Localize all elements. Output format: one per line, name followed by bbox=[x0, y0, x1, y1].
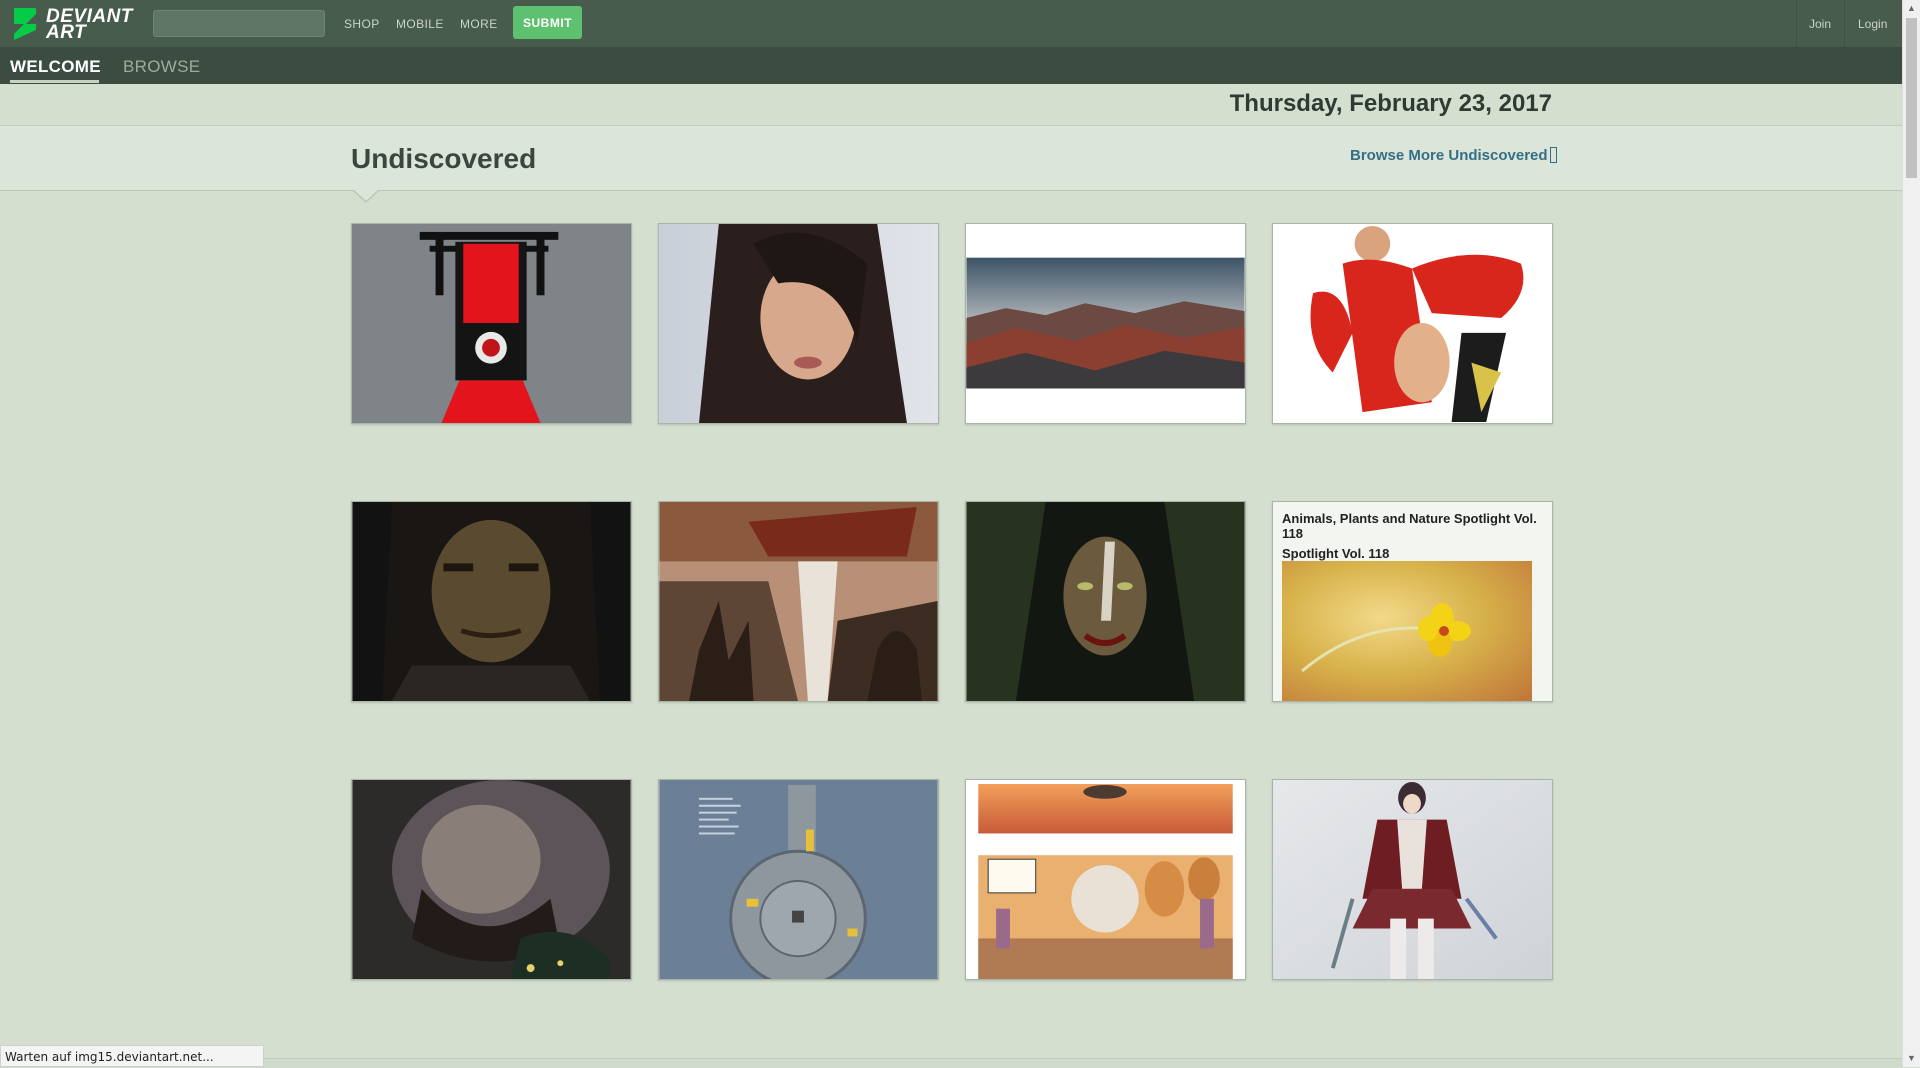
sub-nav-bar bbox=[0, 47, 1902, 84]
browser-status-bar: Warten auf img15.deviantart.net... bbox=[0, 1045, 264, 1067]
nav-more[interactable]: MORE bbox=[460, 17, 498, 31]
spotlight-title: Animals, Plants and Nature Spotlight Vol… bbox=[1282, 511, 1537, 541]
tab-welcome[interactable]: WELCOME bbox=[10, 57, 101, 77]
dark-warrior-image bbox=[352, 502, 631, 701]
thumbnail-mountains[interactable] bbox=[965, 223, 1246, 424]
thumbnail-anime-character[interactable] bbox=[1272, 779, 1553, 980]
floating-ship-cliffs-image bbox=[659, 502, 938, 701]
mountain-landscape-image bbox=[966, 224, 1245, 423]
red-superhero-image bbox=[1273, 224, 1552, 423]
divider bbox=[1844, 0, 1845, 47]
browse-more-label: Browse More Undiscovered bbox=[1350, 147, 1548, 164]
submit-button[interactable]: SUBMIT bbox=[513, 6, 582, 39]
scroll-thumb[interactable] bbox=[1906, 18, 1917, 178]
scroll-up-icon[interactable]: ▲ bbox=[1907, 3, 1916, 13]
thumbnail-comic[interactable] bbox=[965, 779, 1246, 980]
deviantart-logo-icon bbox=[14, 8, 36, 40]
thumbnail-dark-face[interactable] bbox=[965, 501, 1246, 702]
thumbnail-red-superhero[interactable] bbox=[1272, 223, 1553, 424]
deviantart-logo[interactable]: DEVIANT ART bbox=[12, 6, 132, 42]
section-header bbox=[0, 126, 1902, 191]
browse-more-link[interactable]: Browse More Undiscovered bbox=[1350, 147, 1557, 164]
thumbnail-cliff-ship[interactable] bbox=[658, 501, 939, 702]
vertical-scrollbar[interactable]: ▲ ▼ bbox=[1902, 0, 1920, 1067]
scroll-down-icon[interactable]: ▼ bbox=[1907, 1053, 1916, 1063]
divider bbox=[1796, 0, 1797, 47]
header-notch-fill bbox=[354, 190, 378, 201]
sleeping-bearded-man-image bbox=[352, 780, 631, 979]
station-map-image bbox=[659, 780, 938, 979]
anime-character-image bbox=[1273, 780, 1552, 979]
external-link-icon bbox=[1549, 147, 1557, 163]
thumbnail-woman-portrait[interactable] bbox=[658, 223, 939, 424]
active-tab-indicator bbox=[10, 80, 99, 83]
login-link[interactable]: Login bbox=[1858, 17, 1887, 31]
nav-mobile[interactable]: MOBILE bbox=[396, 17, 444, 31]
top-bar: DEVIANT ART SHOP MOBILE MORE SUBMIT Join… bbox=[0, 0, 1902, 47]
tab-browse[interactable]: BROWSE bbox=[123, 57, 200, 77]
spotlight-subtitle: Spotlight Vol. 118 bbox=[1282, 546, 1390, 561]
thumbnail-dark-warrior[interactable] bbox=[351, 501, 632, 702]
thumbnail-station-map[interactable] bbox=[658, 779, 939, 980]
dark-hooded-face-image bbox=[966, 502, 1245, 701]
section-title: Undiscovered bbox=[351, 143, 537, 174]
logo-text-line2: ART bbox=[46, 22, 87, 43]
nav-shop[interactable]: SHOP bbox=[344, 17, 380, 31]
comic-balloon-city-image bbox=[966, 780, 1245, 979]
thumbnail-sleeping-man[interactable] bbox=[351, 779, 632, 980]
flower-image bbox=[1282, 561, 1532, 701]
spotlight-card[interactable]: Animals, Plants and Nature Spotlight Vol… bbox=[1272, 501, 1553, 702]
red-banner-image bbox=[352, 224, 631, 423]
search-input[interactable] bbox=[153, 10, 325, 37]
woman-portrait-image bbox=[659, 224, 938, 423]
date-heading: Thursday, February 23, 2017 bbox=[1229, 90, 1552, 117]
thumbnail-red-banner[interactable] bbox=[351, 223, 632, 424]
join-link[interactable]: Join bbox=[1809, 17, 1831, 31]
